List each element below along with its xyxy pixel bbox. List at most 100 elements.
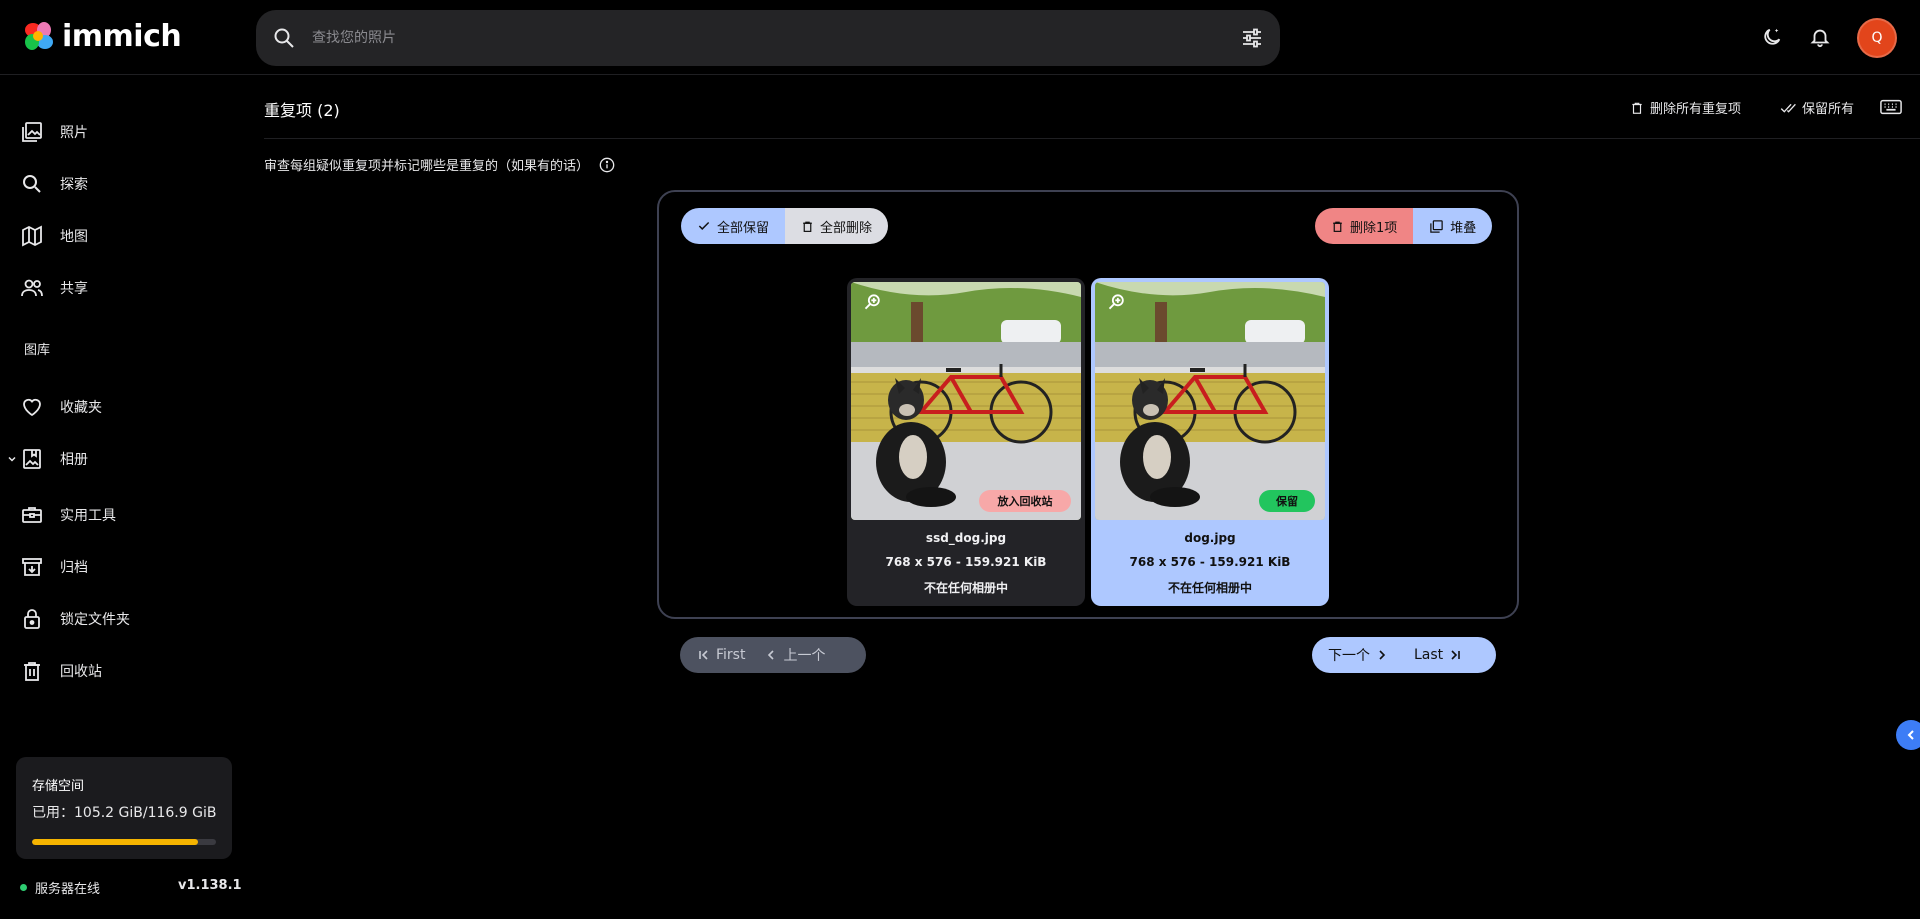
- trash-icon: [803, 221, 812, 232]
- previous-label: 上一个: [783, 648, 826, 664]
- trash-icon: [1632, 102, 1642, 114]
- sidebar-item-locked-folder[interactable]: 锁定文件夹: [0, 597, 250, 641]
- stack-icon: [1430, 219, 1444, 233]
- asset-albums: 不在任何相册中: [923, 581, 1008, 595]
- map-icon: [22, 225, 42, 247]
- storage-title: 存储空间: [32, 779, 85, 794]
- last-button[interactable]: Last: [1404, 637, 1477, 673]
- filter-settings-icon[interactable]: [1240, 26, 1264, 50]
- notifications-button[interactable]: [1805, 22, 1835, 52]
- duplicate-asset-card[interactable]: 保留 dog.jpg 768 x 576 - 159.921 KiB 不在任何相…: [1091, 278, 1329, 606]
- bell-icon: [1810, 29, 1830, 48]
- first-label: First: [716, 647, 746, 663]
- delete-all-duplicates-label: 删除所有重复项: [1650, 102, 1742, 117]
- keep-all-in-group-button[interactable]: 全部保留: [681, 208, 786, 244]
- delete-all-duplicates-button[interactable]: 删除所有重复项: [1630, 98, 1741, 117]
- sidebar-item-archive[interactable]: 归档: [0, 545, 250, 589]
- trash-all-in-group-button[interactable]: 全部删除: [785, 208, 889, 244]
- lock-icon: [24, 609, 40, 629]
- search-icon: [274, 28, 294, 48]
- keep-status-badge[interactable]: 保留: [1259, 490, 1315, 512]
- delete-one-button[interactable]: 删除1项: [1315, 208, 1414, 244]
- immich-logo-icon: [25, 22, 53, 50]
- sidebar-item-label: 归档: [60, 560, 88, 576]
- sidebar-item-utilities[interactable]: 实用工具: [0, 493, 250, 537]
- sidebar-item-label: 地图: [60, 229, 88, 245]
- trash-icon: [24, 662, 40, 681]
- previous-button[interactable]: 上一个: [761, 637, 841, 673]
- search-bar[interactable]: [256, 10, 1280, 66]
- duplicate-group-panel: 全部保留 全部删除 删除1项 堆叠 放入回收站 ssd_dog.jpg 768 …: [657, 190, 1519, 619]
- brand-name: immich: [62, 18, 182, 54]
- sidebar-item-explore[interactable]: 探索: [0, 162, 250, 206]
- search-input[interactable]: [312, 22, 1192, 54]
- last-label: Last: [1414, 647, 1444, 663]
- status-dot: [20, 884, 27, 891]
- chevron-down-icon[interactable]: [6, 453, 18, 465]
- description-text: 审查每组疑似重复项并标记哪些是重复的（如果有的话）: [264, 159, 590, 174]
- toolbox-icon: [22, 507, 42, 523]
- photos-icon: [22, 122, 42, 142]
- keep-all-in-group-label: 全部保留: [717, 220, 770, 236]
- keep-all-label: 保留所有: [1802, 102, 1855, 117]
- dog-bicycle-photo: [851, 282, 1081, 520]
- asset-thumbnail[interactable]: [851, 282, 1081, 520]
- sidebar-item-albums[interactable]: 相册: [0, 437, 250, 481]
- sidebar-item-trash[interactable]: 回收站: [0, 649, 250, 693]
- zoom-in-icon[interactable]: [863, 292, 883, 312]
- zoom-in-icon[interactable]: [1107, 292, 1127, 312]
- sidebar-item-favorites[interactable]: 收藏夹: [0, 385, 250, 429]
- server-status: 服务器在线: [20, 878, 100, 897]
- sidebar-item-sharing[interactable]: 共享: [0, 266, 250, 310]
- sidebar-item-label: 相册: [60, 452, 88, 468]
- asset-size: 768 x 576 - 159.921 KiB: [1129, 555, 1291, 569]
- next-button[interactable]: 下一个: [1312, 637, 1404, 673]
- immich-logo[interactable]: immich: [20, 18, 182, 54]
- trash-status-badge[interactable]: 放入回收站: [979, 490, 1071, 512]
- stack-label: 堆叠: [1450, 220, 1477, 236]
- sidebar-item-label: 共享: [60, 281, 88, 297]
- duplicate-asset-card[interactable]: 放入回收站 ssd_dog.jpg 768 x 576 - 159.921 Ki…: [847, 278, 1085, 606]
- chevron-last-icon: [1451, 650, 1460, 660]
- server-status-label: 服务器在线: [35, 882, 101, 897]
- sidebar-item-map[interactable]: 地图: [0, 214, 250, 258]
- delete-one-label: 删除1项: [1350, 220, 1398, 236]
- people-icon: [21, 279, 43, 297]
- side-panel-toggle[interactable]: [1896, 720, 1920, 750]
- chevron-left-icon: [1907, 730, 1914, 740]
- keep-all-button[interactable]: 保留所有: [1780, 98, 1854, 117]
- user-avatar-button[interactable]: Q: [1857, 18, 1897, 58]
- check-all-icon: [1780, 103, 1796, 113]
- stack-button[interactable]: 堆叠: [1413, 208, 1493, 244]
- app-header: immich Q: [0, 0, 1920, 75]
- check-icon: [698, 221, 710, 230]
- chevron-first-icon: [699, 650, 708, 660]
- pager-previous-group: First 上一个: [680, 637, 866, 673]
- server-version[interactable]: v1.138.1: [178, 878, 242, 893]
- asset-albums: 不在任何相册中: [1167, 581, 1252, 595]
- first-button[interactable]: First: [680, 637, 761, 673]
- sidebar-item-label: 照片: [60, 125, 88, 141]
- info-icon[interactable]: [599, 157, 615, 173]
- pager-next-group: 下一个 Last: [1312, 637, 1496, 673]
- sidebar-item-label: 回收站: [60, 664, 102, 680]
- group-bulk-actions: 全部保留 全部删除: [681, 208, 889, 244]
- storage-usage: 已用：105.2 GiB/116.9 GiB: [32, 805, 217, 821]
- storage-bar: [32, 839, 216, 845]
- search-icon: [23, 175, 41, 193]
- trash-icon: [1333, 221, 1342, 232]
- keyboard-shortcuts-button[interactable]: [1880, 99, 1902, 115]
- sidebar-item-photos[interactable]: 照片: [0, 110, 250, 154]
- heart-icon: [23, 398, 41, 417]
- asset-thumbnail[interactable]: [1095, 282, 1325, 520]
- chevron-left-icon: [768, 650, 775, 660]
- sidebar: 照片 探索 地图 共享 图库 收藏夹 相册 实用工具 归档 锁定文件夹 回收站 …: [0, 76, 250, 919]
- theme-toggle-button[interactable]: [1757, 22, 1787, 52]
- archive-icon: [22, 558, 42, 576]
- description-row: 审查每组疑似重复项并标记哪些是重复的（如果有的话）: [264, 155, 615, 174]
- asset-filename: dog.jpg: [1184, 531, 1236, 545]
- sidebar-item-label: 探索: [60, 177, 88, 193]
- sidebar-item-label: 实用工具: [60, 508, 116, 524]
- asset-filename: ssd_dog.jpg: [925, 531, 1007, 545]
- sidebar-item-label: 锁定文件夹: [60, 612, 130, 628]
